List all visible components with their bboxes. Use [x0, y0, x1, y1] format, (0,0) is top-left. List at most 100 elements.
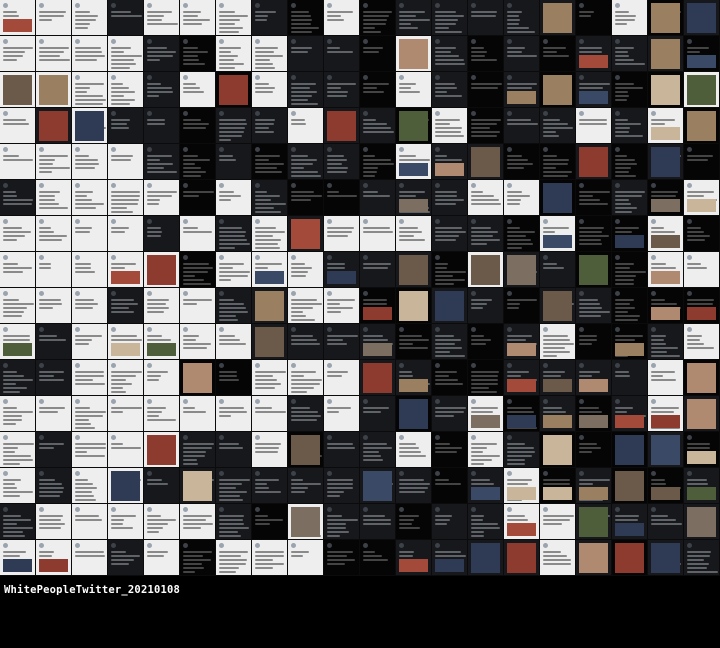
- screenshot-thumbnail: [432, 324, 468, 360]
- screenshot-thumbnail: [360, 36, 396, 72]
- screenshot-thumbnail: [36, 396, 72, 432]
- screenshot-thumbnail: [252, 396, 288, 432]
- screenshot-thumbnail: [468, 432, 504, 468]
- screenshot-thumbnail: [468, 0, 504, 36]
- screenshot-thumbnail: [324, 288, 360, 324]
- screenshot-thumbnail: [360, 216, 396, 252]
- screenshot-thumbnail: [612, 72, 648, 108]
- screenshot-thumbnail: [684, 324, 720, 360]
- screenshot-thumbnail: [432, 468, 468, 504]
- screenshot-thumbnail: [252, 360, 288, 396]
- screenshot-thumbnail: [612, 396, 648, 432]
- screenshot-thumbnail: [504, 0, 540, 36]
- screenshot-thumbnail: [324, 396, 360, 432]
- screenshot-thumbnail: [252, 324, 288, 360]
- screenshot-thumbnail: [396, 108, 432, 144]
- screenshot-thumbnail: [540, 252, 576, 288]
- screenshot-thumbnail: [648, 468, 684, 504]
- screenshot-thumbnail: [360, 432, 396, 468]
- screenshot-thumbnail: [396, 360, 432, 396]
- screenshot-thumbnail: [252, 108, 288, 144]
- screenshot-thumbnail: [540, 540, 576, 576]
- screenshot-thumbnail: [504, 180, 540, 216]
- screenshot-thumbnail: [360, 360, 396, 396]
- screenshot-thumbnail: [396, 0, 432, 36]
- screenshot-thumbnail: [612, 0, 648, 36]
- screenshot-thumbnail: [504, 216, 540, 252]
- screenshot-thumbnail: [216, 108, 252, 144]
- screenshot-thumbnail: [180, 72, 216, 108]
- screenshot-thumbnail: [216, 144, 252, 180]
- screenshot-thumbnail: [504, 324, 540, 360]
- screenshot-thumbnail: [360, 252, 396, 288]
- screenshot-thumbnail: [468, 36, 504, 72]
- screenshot-thumbnail: [180, 360, 216, 396]
- screenshot-thumbnail: [288, 144, 324, 180]
- screenshot-thumbnail: [144, 432, 180, 468]
- screenshot-thumbnail: [504, 540, 540, 576]
- screenshot-thumbnail: [396, 180, 432, 216]
- screenshot-thumbnail: [540, 180, 576, 216]
- screenshot-thumbnail: [324, 468, 360, 504]
- screenshot-thumbnail: [648, 72, 684, 108]
- screenshot-thumbnail: [468, 468, 504, 504]
- screenshot-thumbnail: [684, 468, 720, 504]
- screenshot-thumbnail: [72, 0, 108, 36]
- screenshot-thumbnail: [324, 216, 360, 252]
- screenshot-thumbnail: [0, 180, 36, 216]
- screenshot-thumbnail: [540, 432, 576, 468]
- screenshot-thumbnail: [36, 216, 72, 252]
- screenshot-thumbnail: [252, 36, 288, 72]
- screenshot-thumbnail: [396, 324, 432, 360]
- screenshot-thumbnail: [684, 144, 720, 180]
- screenshot-thumbnail: [72, 36, 108, 72]
- screenshot-thumbnail: [576, 396, 612, 432]
- screenshot-thumbnail: [324, 540, 360, 576]
- screenshot-thumbnail: [468, 72, 504, 108]
- screenshot-thumbnail: [576, 540, 612, 576]
- screenshot-thumbnail: [216, 540, 252, 576]
- screenshot-thumbnail: [648, 504, 684, 540]
- screenshot-thumbnail: [648, 324, 684, 360]
- screenshot-thumbnail: [324, 36, 360, 72]
- screenshot-thumbnail: [612, 432, 648, 468]
- screenshot-thumbnail: [576, 180, 612, 216]
- screenshot-thumbnail: [540, 36, 576, 72]
- screenshot-thumbnail: [432, 396, 468, 432]
- screenshot-thumbnail: [324, 180, 360, 216]
- screenshot-thumbnail: [36, 144, 72, 180]
- screenshot-thumbnail: [108, 252, 144, 288]
- screenshot-thumbnail: [252, 252, 288, 288]
- screenshot-thumbnail: [252, 0, 288, 36]
- screenshot-thumbnail: [0, 288, 36, 324]
- screenshot-thumbnail: [0, 36, 36, 72]
- screenshot-thumbnail: [180, 0, 216, 36]
- screenshot-thumbnail: [180, 324, 216, 360]
- screenshot-thumbnail: [648, 216, 684, 252]
- screenshot-thumbnail: [252, 468, 288, 504]
- screenshot-thumbnail: [108, 360, 144, 396]
- screenshot-thumbnail: [36, 180, 72, 216]
- screenshot-thumbnail: [684, 72, 720, 108]
- screenshot-thumbnail: [684, 540, 720, 576]
- screenshot-thumbnail: [360, 0, 396, 36]
- screenshot-thumbnail: [360, 108, 396, 144]
- screenshot-thumbnail: [432, 252, 468, 288]
- screenshot-thumbnail: [144, 288, 180, 324]
- screenshot-thumbnail: [0, 216, 36, 252]
- screenshot-thumbnail: [612, 360, 648, 396]
- screenshot-thumbnail: [36, 504, 72, 540]
- screenshot-thumbnail: [108, 396, 144, 432]
- screenshot-thumbnail: [144, 72, 180, 108]
- screenshot-thumbnail: [36, 540, 72, 576]
- screenshot-thumbnail: [72, 180, 108, 216]
- screenshot-thumbnail: [108, 216, 144, 252]
- screenshot-thumbnail: [180, 288, 216, 324]
- screenshot-thumbnail: [144, 468, 180, 504]
- screenshot-thumbnail: [612, 108, 648, 144]
- screenshot-thumbnail: [684, 180, 720, 216]
- screenshot-thumbnail: [36, 468, 72, 504]
- screenshot-thumbnail: [576, 252, 612, 288]
- screenshot-thumbnail: [360, 468, 396, 504]
- screenshot-thumbnail: [648, 36, 684, 72]
